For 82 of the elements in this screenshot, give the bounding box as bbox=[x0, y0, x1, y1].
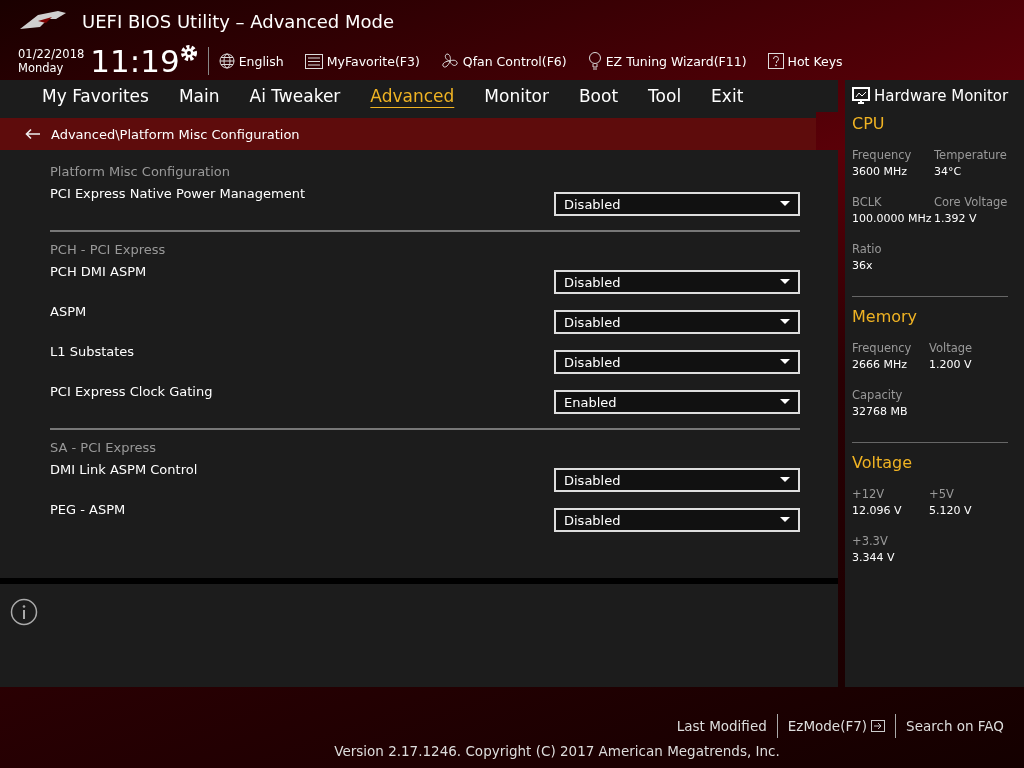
clock-text: 11:19 bbox=[90, 44, 180, 78]
group-heading: CPU bbox=[852, 114, 886, 133]
setting-label: PCI Express Native Power Management bbox=[50, 186, 306, 201]
dropdown[interactable]: Disabled bbox=[554, 192, 800, 216]
toolbar-button[interactable]: MyFavorite(F3) bbox=[304, 53, 420, 69]
menu-tab[interactable]: Boot bbox=[564, 80, 633, 112]
reading-label: +3.3V bbox=[852, 533, 889, 550]
footer-link[interactable]: Search on FAQ bbox=[896, 718, 1014, 734]
toolbar-button[interactable]: Qfan Control(F6) bbox=[440, 52, 567, 70]
day-text: Monday bbox=[18, 61, 65, 75]
reading-value: 34°C bbox=[934, 165, 963, 178]
section-heading: PCH - PCI Express bbox=[50, 240, 167, 259]
reading-value: 3.344 V bbox=[852, 551, 896, 564]
window-title: UEFI BIOS Utility – Advanced Mode bbox=[82, 10, 394, 32]
caret-icon bbox=[780, 279, 790, 285]
toolbar-button[interactable]: English bbox=[218, 53, 284, 69]
reading-value: 1.392 V bbox=[934, 212, 978, 225]
section-heading: SA - PCI Express bbox=[50, 438, 157, 457]
setting-label: PCI Express Clock Gating bbox=[50, 384, 213, 399]
help-icon bbox=[767, 53, 784, 69]
setting-label: PEG - ASPM bbox=[50, 502, 126, 517]
caret-icon bbox=[780, 319, 790, 325]
reading-value: 36x bbox=[852, 259, 874, 272]
copyright-text: Version 2.17.1246. Copyright (C) 2017 American Megatrends, Inc. bbox=[334, 743, 780, 759]
menu-tab[interactable]: Advanced bbox=[356, 80, 469, 112]
caret-icon bbox=[780, 517, 790, 523]
setting-label: DMI Link ASPM Control bbox=[50, 462, 198, 477]
menu-tab[interactable]: Ai Tweaker bbox=[235, 80, 355, 112]
dropdown[interactable]: Enabled bbox=[554, 390, 800, 414]
group-heading: Voltage bbox=[852, 453, 913, 472]
group-heading: Memory bbox=[852, 307, 919, 326]
menu-tab[interactable]: Main bbox=[164, 80, 234, 112]
fan-icon bbox=[440, 52, 459, 70]
monitor-icon bbox=[852, 87, 870, 105]
reading-label: Ratio bbox=[852, 241, 883, 258]
menu-tab[interactable]: Exit bbox=[697, 80, 758, 112]
reading-label: Voltage bbox=[929, 340, 974, 357]
footer-link[interactable]: Last Modified bbox=[666, 718, 777, 734]
toolbar-button[interactable]: EZ Tuning Wizard(F11) bbox=[587, 52, 747, 70]
footer-link[interactable]: EzMode(F7) bbox=[777, 718, 896, 734]
date-text: 01/22/2018 bbox=[18, 47, 85, 61]
reading-value: 12.096 V bbox=[852, 504, 903, 517]
caret-icon bbox=[780, 477, 790, 483]
panel-title: Hardware Monitor bbox=[874, 87, 1009, 105]
settings-icon[interactable] bbox=[179, 44, 198, 62]
breadcrumb-text: Advanced\Platform Misc Configuration bbox=[51, 126, 300, 142]
setting-label: ASPM bbox=[50, 304, 87, 319]
reading-label: Core Voltage bbox=[934, 194, 1009, 211]
back-arrow-icon[interactable] bbox=[25, 128, 41, 140]
reading-label: Capacity bbox=[852, 387, 904, 404]
reading-value: 32768 MB bbox=[852, 405, 909, 418]
exit-icon bbox=[871, 720, 886, 732]
toolbar-button[interactable]: Hot Keys bbox=[767, 53, 843, 69]
dropdown[interactable]: Disabled bbox=[554, 270, 800, 294]
reading-label: +5V bbox=[929, 486, 955, 503]
reading-value: 5.120 V bbox=[929, 504, 973, 517]
section-heading: Platform Misc Configuration bbox=[50, 162, 231, 181]
globe-icon bbox=[218, 53, 235, 69]
dropdown[interactable]: Disabled bbox=[554, 468, 800, 492]
reading-label: BCLK bbox=[852, 194, 883, 211]
menu-tab[interactable]: Tool bbox=[634, 80, 696, 112]
list-icon bbox=[304, 53, 323, 69]
reading-value: 2666 MHz bbox=[852, 358, 909, 371]
reading-label: Temperature bbox=[934, 147, 1008, 164]
dropdown[interactable]: Disabled bbox=[554, 310, 800, 334]
caret-icon bbox=[780, 201, 790, 207]
setting-label: L1 Substates bbox=[50, 344, 135, 359]
caret-icon bbox=[780, 399, 790, 405]
info-icon bbox=[10, 598, 38, 626]
reading-label: Frequency bbox=[852, 147, 913, 164]
menu-tab[interactable]: My Favorites bbox=[28, 80, 163, 112]
reading-label: +12V bbox=[852, 486, 886, 503]
dropdown[interactable]: Disabled bbox=[554, 508, 800, 532]
dropdown[interactable]: Disabled bbox=[554, 350, 800, 374]
menu-tab[interactable]: Monitor bbox=[470, 80, 563, 112]
reading-value: 3600 MHz bbox=[852, 165, 909, 178]
reading-value: 100.0000 MHz bbox=[852, 212, 933, 225]
setting-label: PCH DMI ASPM bbox=[50, 264, 147, 279]
reading-value: 1.200 V bbox=[929, 358, 973, 371]
caret-icon bbox=[780, 359, 790, 365]
lightbulb-icon bbox=[587, 52, 602, 70]
reading-label: Frequency bbox=[852, 340, 913, 357]
